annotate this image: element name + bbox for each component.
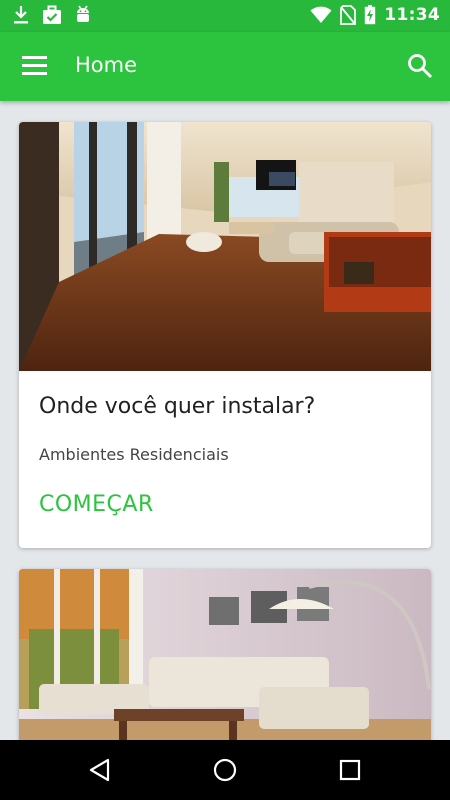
- recents-icon[interactable]: [336, 756, 364, 784]
- status-bar: 11:34: [0, 0, 450, 32]
- living-room-photo: [19, 122, 431, 371]
- page-title: Home: [75, 53, 138, 77]
- start-button[interactable]: COMEÇAR: [39, 492, 154, 517]
- room-card[interactable]: [19, 569, 431, 759]
- search-icon[interactable]: [406, 52, 434, 80]
- room-card[interactable]: Onde você quer instalar? Ambientes Resid…: [19, 122, 431, 548]
- menu-icon[interactable]: [22, 54, 48, 78]
- app-bar: Home: [0, 32, 450, 101]
- briefcase-check-icon: [43, 5, 61, 24]
- status-notifications: [12, 5, 92, 25]
- back-icon[interactable]: [86, 756, 114, 784]
- navigation-bar: [0, 740, 450, 800]
- status-system: 11:34: [310, 5, 440, 25]
- modern-lounge-photo: [19, 569, 431, 759]
- home-icon[interactable]: [211, 756, 239, 784]
- card-subtitle: Ambientes Residenciais: [39, 445, 229, 464]
- android-debug-icon: [77, 5, 89, 22]
- download-icon: [14, 6, 28, 24]
- no-sim-icon: [340, 5, 357, 25]
- wifi-icon: [310, 6, 332, 23]
- battery-charging-icon: [365, 5, 376, 25]
- status-time: 11:34: [384, 5, 440, 25]
- card-title: Onde você quer instalar?: [39, 394, 316, 419]
